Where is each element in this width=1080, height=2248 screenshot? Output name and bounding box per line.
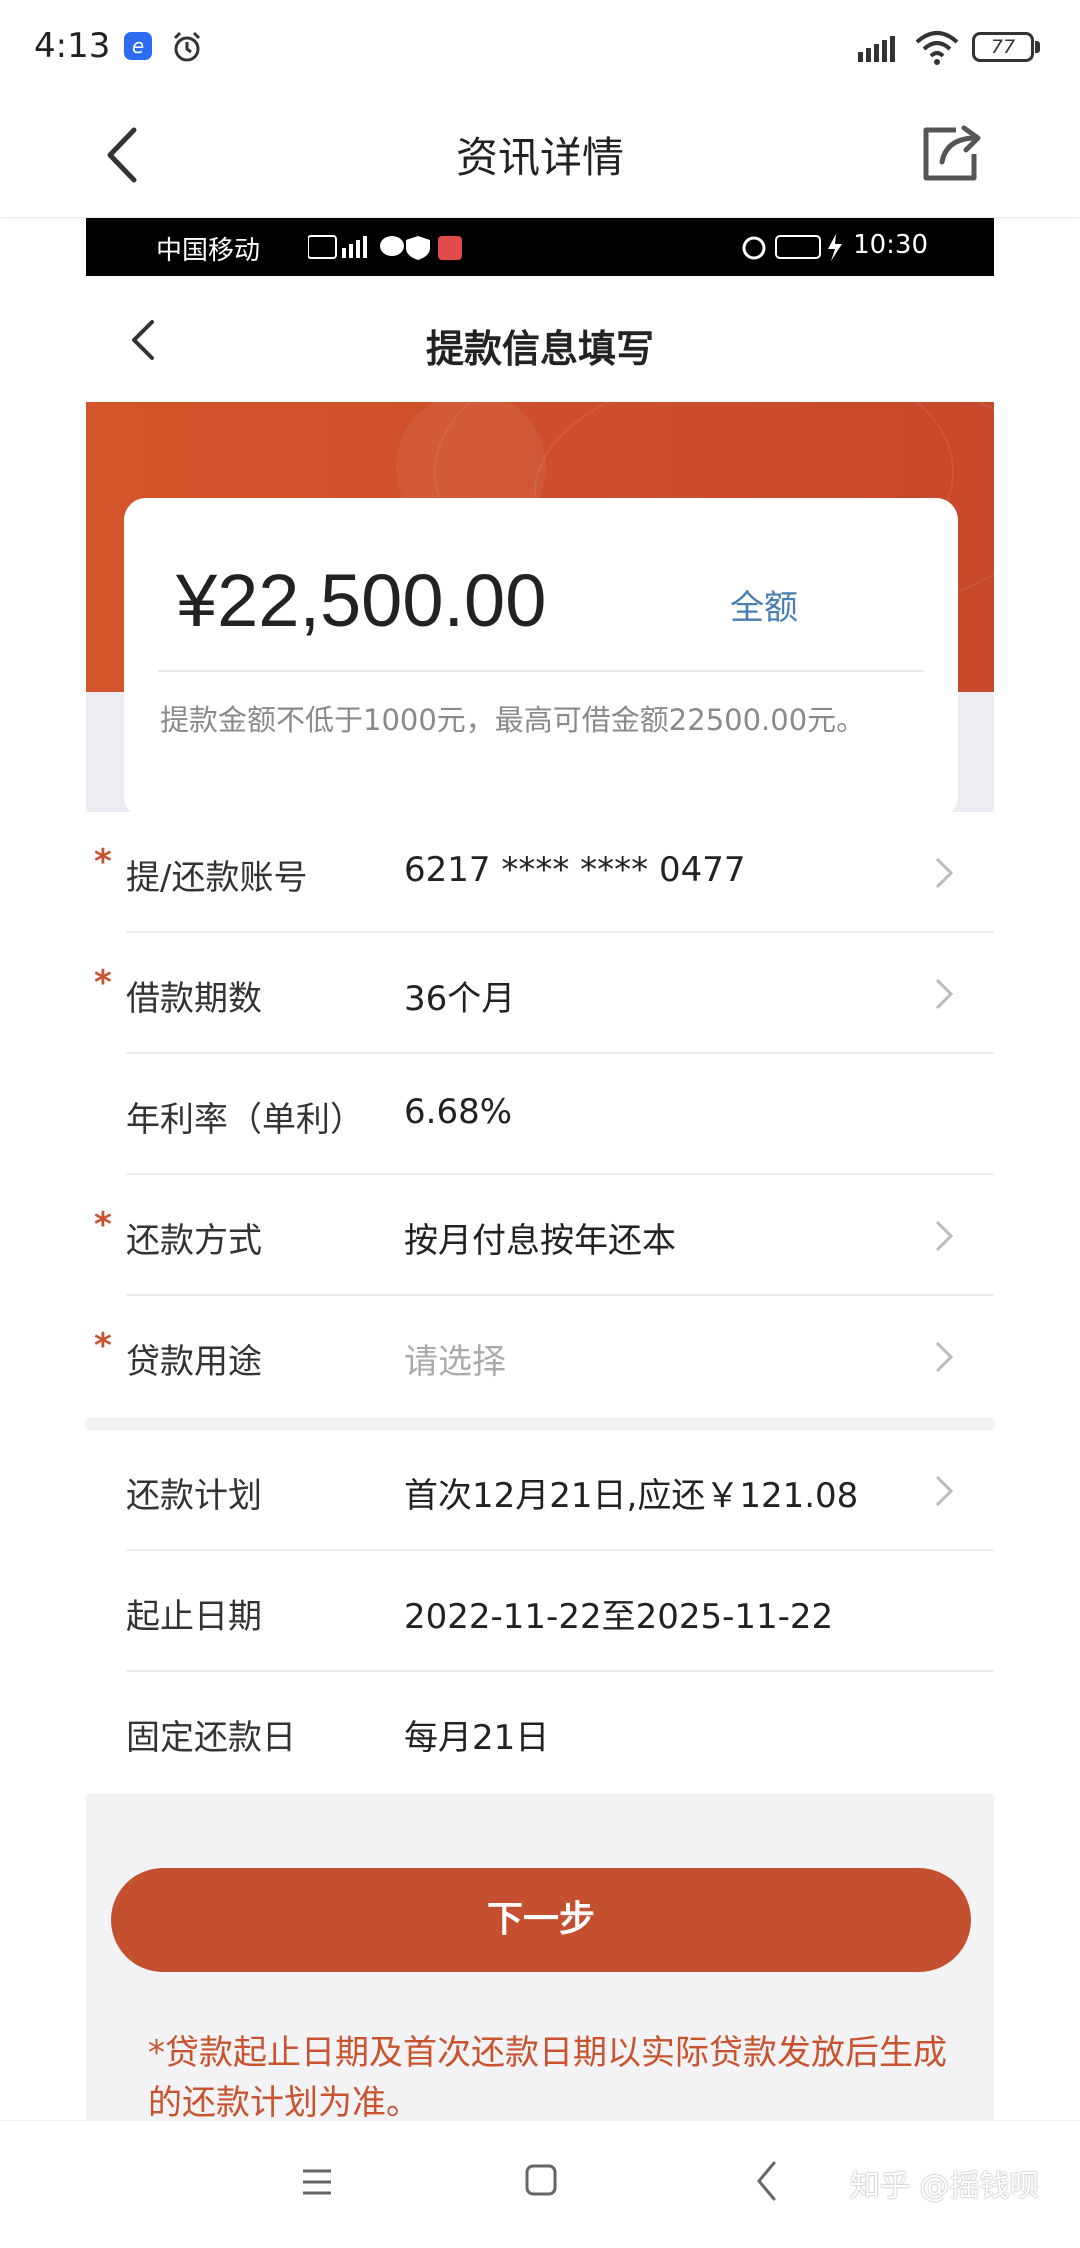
form-value: 每月21日: [404, 1718, 550, 1758]
form-value: 按月付息按年还本: [404, 1221, 676, 1261]
loan-form: * 提/还款账号 6217 **** **** 0477 * 借款期数 36个月…: [86, 812, 994, 1418]
form-value: 6217 **** **** 0477: [404, 850, 746, 890]
status-time: 4:13: [34, 26, 111, 66]
plan-row-dates: 起止日期 2022-11-22至2025-11-22: [86, 1551, 994, 1672]
outer-status-bar: 4:13 e 77: [0, 0, 1080, 94]
form-row-purpose[interactable]: * 贷款用途 请选择: [86, 1296, 994, 1417]
required-mark: *: [94, 1326, 112, 1366]
form-row-rate: 年利率（单利） 6.68%: [86, 1054, 994, 1175]
inner-status-bar: 中国移动 10:30: [86, 218, 994, 276]
inner-time: 10:30: [853, 230, 928, 260]
form-row-term[interactable]: * 借款期数 36个月: [86, 933, 994, 1054]
system-back-icon[interactable]: [754, 2159, 780, 2203]
form-label: 还款方式: [126, 1221, 262, 1261]
plan-row-fixed-day: 固定还款日 每月21日: [86, 1672, 994, 1793]
loan-footnote: *贷款起止日期及首次还款日期以实际贷款发放后生成的还款计划为准。: [148, 2033, 947, 2120]
chevron-right-icon: [935, 978, 954, 1010]
form-label: 固定还款日: [126, 1718, 296, 1758]
chevron-right-icon: [935, 857, 954, 889]
signal-icon: [858, 36, 895, 62]
form-value: 2022-11-22至2025-11-22: [404, 1597, 834, 1637]
battery-level: 77: [972, 32, 1034, 62]
plan-row-schedule[interactable]: 还款计划 首次12月21日,应还￥121.08: [86, 1430, 994, 1551]
form-value: 6.68%: [404, 1092, 513, 1132]
amount-divider: [158, 670, 924, 672]
withdraw-amount-input[interactable]: ¥22,500.00: [176, 558, 546, 643]
browser-app-icon: e: [124, 32, 152, 60]
form-row-repay-method[interactable]: * 还款方式 按月付息按年还本: [86, 1175, 994, 1296]
required-mark: *: [94, 963, 112, 1003]
chevron-right-icon: [935, 1220, 954, 1252]
chevron-right-icon: [935, 1475, 954, 1507]
purpose-select[interactable]: 请选择: [404, 1334, 506, 1383]
form-label: 借款期数: [126, 979, 262, 1019]
form-label: 贷款用途: [126, 1342, 262, 1382]
inner-alarm-battery-icons: [742, 234, 842, 261]
form-value: 36个月: [404, 979, 516, 1019]
inner-status-icons: [308, 235, 462, 260]
repayment-info: 还款计划 首次12月21日,应还￥121.08 起止日期 2022-11-22至…: [86, 1430, 994, 1794]
battery-indicator: 77: [972, 32, 1042, 62]
watermark: 知乎 @摇钱呗: [850, 2169, 1040, 2204]
share-icon[interactable]: [916, 120, 988, 186]
required-mark: *: [94, 842, 112, 882]
embedded-screenshot: 中国移动 10:30 提款信息填写 ¥22,500.00 全额 提款金额不低于1…: [86, 218, 994, 2120]
outer-nav-bar: 资讯详情: [0, 94, 1080, 218]
system-nav-bar: 知乎 @摇钱呗: [0, 2120, 1080, 2248]
home-icon[interactable]: [524, 2163, 558, 2197]
form-label: 起止日期: [126, 1597, 262, 1637]
amount-hint: 提款金额不低于1000元，最高可借金额22500.00元。: [160, 703, 866, 737]
alarm-icon: [173, 31, 201, 62]
form-value: 首次12月21日,应还￥121.08: [404, 1476, 859, 1516]
form-row-account[interactable]: * 提/还款账号 6217 **** **** 0477: [86, 812, 994, 933]
menu-icon[interactable]: [300, 2165, 334, 2199]
form-label: 提/还款账号: [126, 858, 308, 898]
form-label: 还款计划: [126, 1476, 262, 1516]
form-label: 年利率（单利）: [126, 1100, 364, 1140]
full-amount-link[interactable]: 全额: [730, 580, 798, 629]
required-mark: *: [94, 1205, 112, 1245]
inner-carrier: 中国移动: [156, 236, 261, 266]
amount-card: ¥22,500.00 全额 提款金额不低于1000元，最高可借金额22500.0…: [124, 498, 958, 818]
next-step-button[interactable]: 下一步: [111, 1868, 971, 1972]
wifi-icon: [915, 31, 959, 65]
chevron-right-icon: [935, 1341, 954, 1373]
